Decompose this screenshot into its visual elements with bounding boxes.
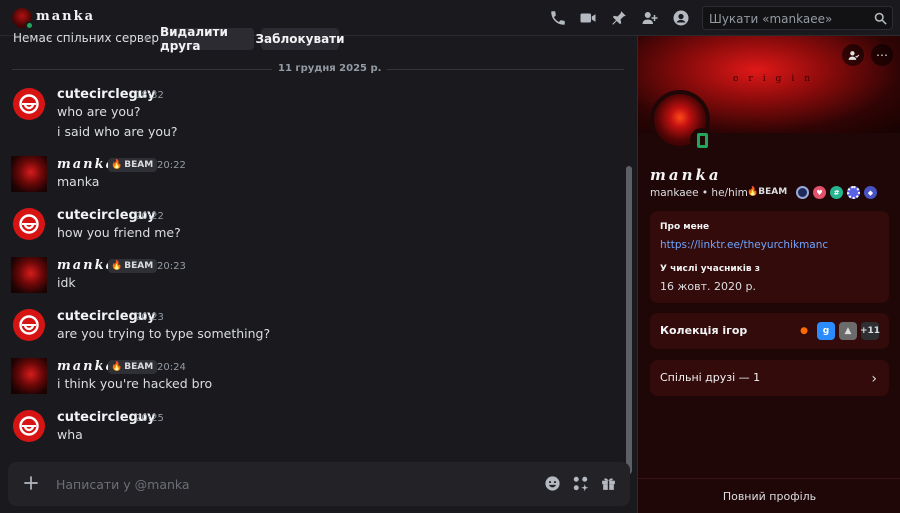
- profile-badges: ♥ # ◆: [796, 186, 877, 199]
- remove-friend-button[interactable]: Видалити друга: [160, 25, 254, 53]
- voice-call-icon[interactable]: [549, 9, 567, 27]
- fire-icon: 🔥: [111, 362, 123, 372]
- guild-tag-badge[interactable]: 🔥 BEAM: [108, 259, 158, 273]
- game-collection-title: Колекція ігор: [660, 324, 748, 337]
- message-text: manka: [57, 174, 100, 189]
- timestamp: 20:24: [157, 362, 186, 373]
- game-collection-card[interactable]: Колекція ігор ● g ▲ +11: [650, 313, 889, 349]
- more-options-icon[interactable]: ⋯: [871, 44, 893, 66]
- mutual-friends-label: Спільні друзі — 1: [660, 371, 761, 384]
- game-icon[interactable]: g: [817, 322, 835, 340]
- avatar[interactable]: [11, 257, 47, 293]
- add-friend-icon[interactable]: [842, 44, 864, 66]
- message-text: i think you're hacked bro: [57, 376, 213, 391]
- separator-dot: •: [143, 33, 151, 47]
- search-input[interactable]: [709, 10, 869, 28]
- avatar[interactable]: [13, 88, 45, 120]
- game-icon[interactable]: ▲: [839, 322, 857, 340]
- user-profile-panel: origin ⋯ manka mankaee • he/him 🔥BEAM ♥ …: [637, 36, 900, 513]
- chat-scrollbar[interactable]: [626, 166, 632, 474]
- avatar[interactable]: [13, 309, 45, 341]
- search-box[interactable]: [702, 6, 893, 30]
- guild-tag-label: BEAM: [124, 160, 154, 170]
- apps-icon[interactable]: [572, 475, 589, 492]
- chat-area: Немає спільних серверів • Видалити друга…: [0, 25, 637, 513]
- heart-badge-icon[interactable]: ♥: [813, 186, 826, 199]
- timestamp: 20:23: [135, 312, 164, 323]
- banner-text: origin: [733, 74, 821, 84]
- chevron-right-icon: ›: [871, 371, 877, 387]
- avatar[interactable]: [13, 208, 45, 240]
- profile-guild-tag-label: BEAM: [758, 187, 788, 197]
- timestamp: 20:23: [157, 261, 186, 272]
- mobile-status-icon: [690, 128, 714, 152]
- message-text: wha: [57, 427, 83, 442]
- user-profile-icon[interactable]: [672, 9, 690, 27]
- date-divider-label: 11 грудня 2025 р.: [272, 63, 388, 74]
- fire-icon: 🔥: [747, 187, 759, 197]
- message-text: idk: [57, 275, 76, 290]
- search-icon[interactable]: [873, 11, 888, 26]
- game-icon[interactable]: ●: [795, 322, 813, 340]
- game-icons: ● g ▲ +11: [795, 322, 880, 340]
- profile-handle: mankaee • he/him: [650, 187, 748, 199]
- timestamp: 20:22: [135, 211, 164, 222]
- guild-tag-label: BEAM: [124, 362, 154, 372]
- about-me-link[interactable]: https://linktr.ee/theyurchikmanc: [660, 239, 828, 251]
- guild-tag-label: BEAM: [124, 261, 154, 271]
- timestamp: 20:22: [157, 160, 186, 171]
- message-input[interactable]: [56, 474, 496, 494]
- block-button[interactable]: Заблокувати: [255, 28, 345, 50]
- channel-title: manka: [36, 9, 96, 24]
- hypesquad-badge-icon[interactable]: [796, 186, 809, 199]
- dm-avatar[interactable]: [12, 8, 34, 30]
- message-text: i said who are you?: [57, 124, 178, 139]
- gift-icon[interactable]: [600, 475, 617, 492]
- hashtag-badge-icon[interactable]: #: [830, 186, 843, 199]
- message-text: how you friend me?: [57, 225, 181, 240]
- mutual-friends-card[interactable]: Спільні друзі — 1 ›: [650, 360, 889, 396]
- quest-badge-icon[interactable]: ◆: [864, 186, 877, 199]
- message-composer: [8, 462, 630, 506]
- avatar[interactable]: [13, 410, 45, 442]
- member-since-date: 16 жовт. 2020 р.: [660, 280, 756, 293]
- add-friend-icon[interactable]: [641, 9, 659, 27]
- about-me-card: Про мене https://linktr.ee/theyurchikman…: [650, 211, 889, 303]
- about-me-title: Про мене: [660, 222, 710, 232]
- profile-actions: Немає спільних серверів • Видалити друга…: [0, 25, 637, 53]
- profile-guild-tag[interactable]: 🔥BEAM: [747, 187, 787, 197]
- emoji-icon[interactable]: [544, 475, 561, 492]
- fire-icon: 🔥: [111, 160, 123, 170]
- full-profile-button[interactable]: Повний профіль: [638, 478, 900, 513]
- message-text: are you trying to type something?: [57, 326, 271, 341]
- add-attachment-icon[interactable]: [21, 473, 41, 493]
- more-games-count[interactable]: +11: [860, 322, 880, 340]
- avatar[interactable]: [11, 358, 47, 394]
- message-text: who are you?: [57, 104, 141, 119]
- video-call-icon[interactable]: [579, 9, 597, 27]
- pin-icon[interactable]: [610, 9, 628, 27]
- profile-display-name: manka: [650, 166, 722, 184]
- avatar[interactable]: [11, 156, 47, 192]
- online-status-dot: [25, 21, 34, 30]
- guild-tag-badge[interactable]: 🔥 BEAM: [108, 158, 158, 172]
- nitro-badge-icon[interactable]: [847, 186, 860, 199]
- guild-tag-badge[interactable]: 🔥 BEAM: [108, 360, 158, 374]
- member-since-title: У числі учасників з: [660, 264, 760, 274]
- timestamp: 18:32: [135, 90, 164, 101]
- timestamp: 20:25: [135, 413, 164, 424]
- fire-icon: 🔥: [111, 261, 123, 271]
